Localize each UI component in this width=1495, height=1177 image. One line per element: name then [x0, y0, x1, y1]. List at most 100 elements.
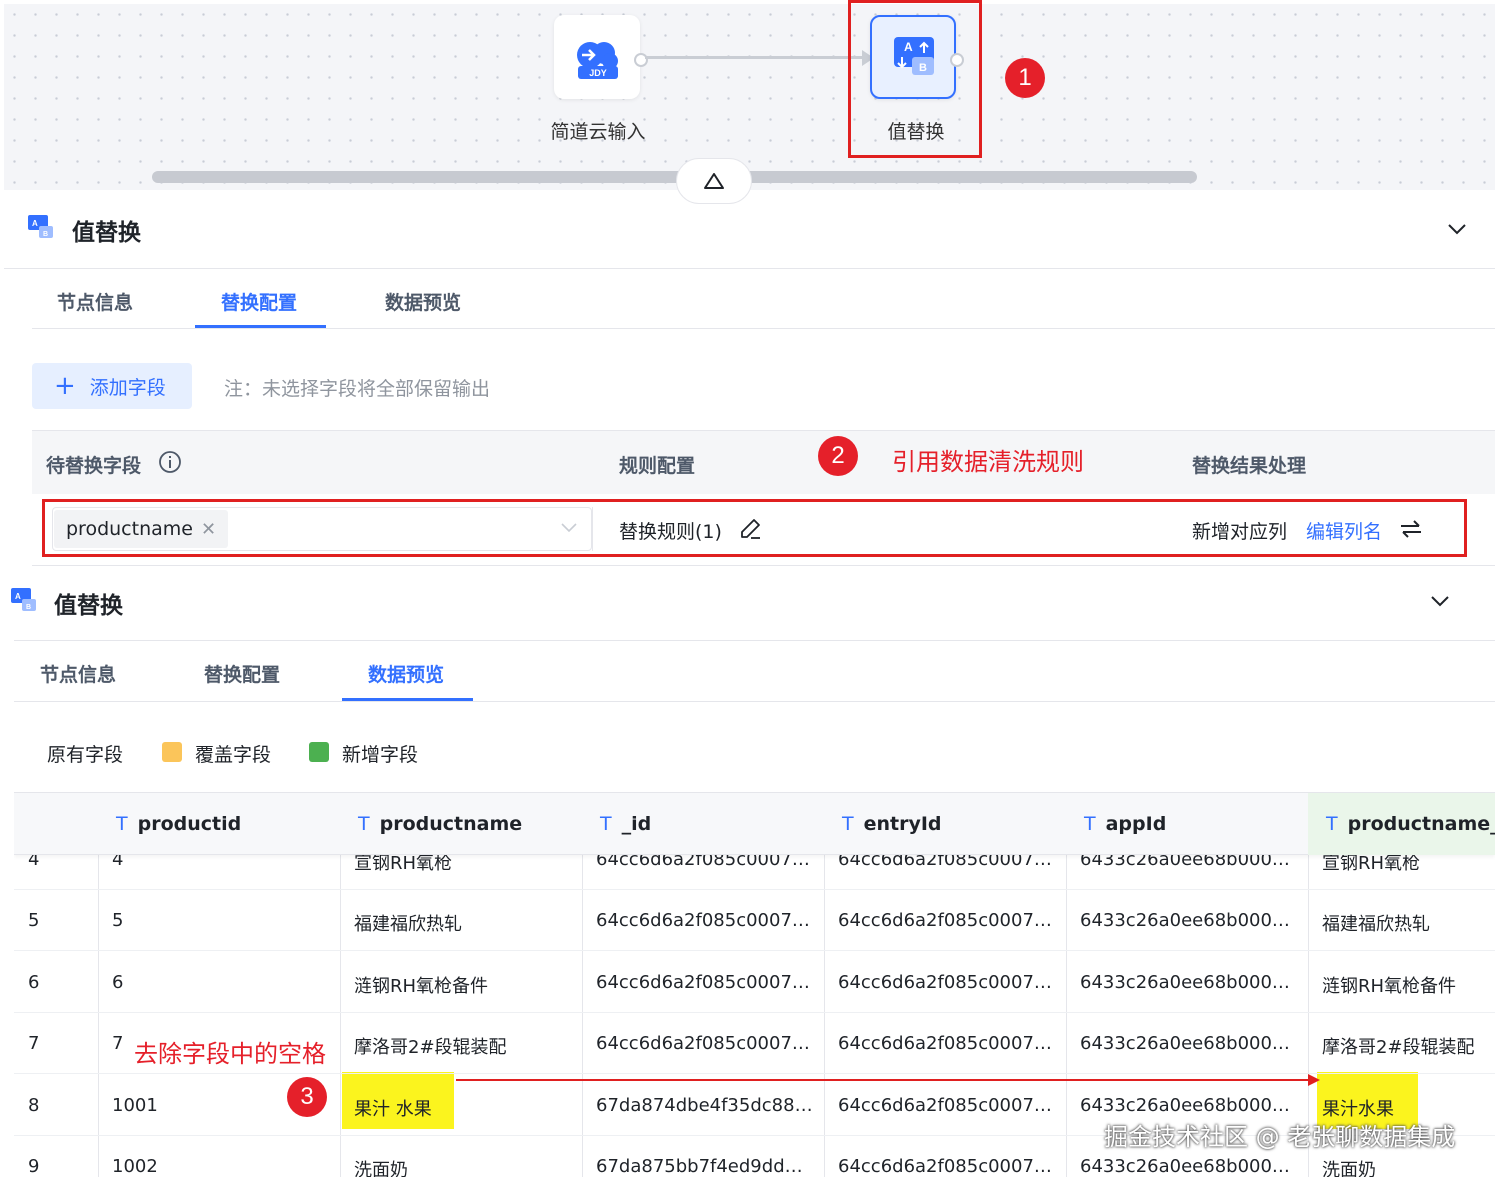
- text-type-icon: T: [358, 813, 370, 835]
- highlight-box-config-row: [42, 499, 1467, 557]
- source-node[interactable]: JDY: [554, 15, 640, 99]
- tab-data-preview[interactable]: 数据预览: [368, 660, 444, 687]
- tabs-divider: [32, 328, 1495, 329]
- table-cell: 1001: [112, 1095, 158, 1116]
- table-cell: 64cc6d6a2f085c0007…: [838, 972, 1052, 993]
- watermark: 掘金技术社区 @ 老张聊数据集成: [1104, 1123, 1456, 1151]
- tab-replace-config[interactable]: 替换配置: [204, 660, 280, 687]
- triangle-up-icon: [704, 173, 724, 189]
- row-number: 9: [28, 1156, 40, 1177]
- add-field-label: 添加字段: [89, 376, 166, 399]
- column-header[interactable]: TentryId: [842, 813, 942, 835]
- table-cell: 摩洛哥2#段辊装配: [1322, 1037, 1475, 1058]
- table-cell: 洗面奶: [354, 1160, 408, 1177]
- row-number: 8: [28, 1095, 40, 1116]
- step-badge-1: 1: [1005, 58, 1045, 98]
- annotation-arrow: [456, 1079, 1309, 1081]
- table-header: Tproductid Tproductname T _id TentryId Ta…: [14, 793, 1495, 855]
- row-number: 6: [28, 972, 40, 993]
- legend-swatch-override: [162, 742, 182, 762]
- tab-node-info[interactable]: 节点信息: [57, 288, 133, 315]
- tab-replace-config[interactable]: 替换配置: [221, 288, 297, 315]
- collapse-canvas-button[interactable]: [676, 158, 752, 204]
- row-divider: [14, 1012, 1495, 1013]
- svg-text:A: A: [32, 219, 38, 228]
- row-number: 5: [28, 910, 40, 931]
- table-cell: 6433c26a0ee68b000…: [1080, 972, 1290, 993]
- table-cell: 果汁 水果: [354, 1099, 432, 1120]
- panel-title: 值替换: [72, 220, 141, 246]
- divider: [14, 640, 1495, 641]
- config-table-header: 待替换字段 规则配置 替换结果处理: [32, 430, 1495, 494]
- step-badge-3: 3: [287, 1077, 327, 1117]
- table-cell: 1002: [112, 1156, 158, 1177]
- plus-icon: +: [54, 371, 76, 401]
- chevron-down-icon[interactable]: [1446, 222, 1468, 236]
- text-type-icon: T: [842, 813, 854, 835]
- panel-title: 值替换: [54, 593, 123, 619]
- legend-override: 覆盖字段: [195, 744, 272, 766]
- table-cell: 67da875bb7f4ed9dd…: [596, 1156, 803, 1177]
- table-cell: 64cc6d6a2f085c0007…: [596, 910, 810, 931]
- svg-text:B: B: [26, 604, 31, 611]
- table-cell: 6433c26a0ee68b000…: [1080, 1033, 1290, 1054]
- add-field-button[interactable]: + 添加字段: [32, 363, 192, 409]
- replace-ab-icon: A B: [28, 215, 53, 238]
- divider: [4, 268, 1495, 269]
- table-cell: 摩洛哥2#段辊装配: [354, 1037, 507, 1058]
- table-cell: 福建福欣热轧: [1322, 914, 1430, 935]
- header-result: 替换结果处理: [1192, 455, 1307, 477]
- info-icon[interactable]: [158, 450, 182, 474]
- table-cell: 64cc6d6a2f085c0007…: [596, 972, 810, 993]
- table-cell: 7: [112, 1033, 124, 1054]
- annotation-arrow-head: [1308, 1074, 1320, 1086]
- flow-canvas[interactable]: [4, 4, 1495, 190]
- chevron-down-icon[interactable]: [1429, 594, 1451, 608]
- svg-text:A: A: [15, 592, 21, 601]
- table-cell: 福建福欣热轧: [354, 914, 462, 935]
- table-cell: 64cc6d6a2f085c0007…: [838, 1095, 1052, 1116]
- annotation-text-2: 引用数据清洗规则: [892, 448, 1084, 476]
- table-cell: 64cc6d6a2f085c0007…: [838, 1156, 1052, 1177]
- svg-text:JDY: JDY: [589, 68, 607, 78]
- legend-new: 新增字段: [342, 744, 419, 766]
- header-rule: 规则配置: [619, 455, 696, 477]
- replace-ab-icon: A B: [11, 588, 36, 611]
- table-cell: 洗面奶: [1322, 1160, 1376, 1177]
- step-badge-2: 2: [818, 436, 858, 476]
- table-cell: 5: [112, 910, 124, 931]
- text-type-icon: T: [1326, 813, 1338, 835]
- source-node-label: 简道云输入: [550, 121, 646, 143]
- table-cell: 涟钢RH氧枪备件: [354, 976, 489, 997]
- header-field: 待替换字段: [46, 455, 142, 477]
- tab-data-preview[interactable]: 数据预览: [385, 288, 461, 315]
- flow-edge: [645, 56, 863, 59]
- note-text: 注：未选择字段将全部保留输出: [224, 378, 491, 400]
- table-cell: 64cc6d6a2f085c0007…: [838, 1033, 1052, 1054]
- table-cell: 64cc6d6a2f085c0007…: [596, 1033, 810, 1054]
- highlight-box-node: [848, 0, 982, 158]
- table-cell: 67da874dbe4f35dc88…: [596, 1095, 813, 1116]
- legend-swatch-new: [309, 742, 329, 762]
- legend-original: 原有字段: [47, 744, 124, 766]
- table-cell: 6433c26a0ee68b000…: [1080, 1156, 1290, 1177]
- cloud-input-icon: JDY: [577, 42, 618, 79]
- svg-text:B: B: [43, 231, 48, 238]
- column-header[interactable]: Tproductid: [116, 813, 241, 835]
- canvas-scrollbar[interactable]: [152, 171, 1197, 183]
- row-divider: [14, 1073, 1495, 1074]
- table-cell: 6433c26a0ee68b000…: [1080, 910, 1290, 931]
- table-cell: 6: [112, 972, 124, 993]
- annotation-text-3: 去除字段中的空格: [134, 1040, 326, 1068]
- text-type-icon: T: [116, 813, 128, 835]
- row-divider: [14, 950, 1495, 951]
- column-header[interactable]: TappId: [1084, 813, 1166, 835]
- table-cell: 涟钢RH氧枪备件: [1322, 976, 1457, 997]
- column-header[interactable]: T _id: [600, 813, 651, 835]
- table-cell: 64cc6d6a2f085c0007…: [838, 910, 1052, 931]
- tab-node-info[interactable]: 节点信息: [40, 660, 116, 687]
- text-type-icon: T: [600, 813, 612, 835]
- column-header[interactable]: Tproductname: [358, 813, 522, 835]
- column-header[interactable]: Tproductname_: [1326, 813, 1495, 835]
- row-number: 7: [28, 1033, 40, 1054]
